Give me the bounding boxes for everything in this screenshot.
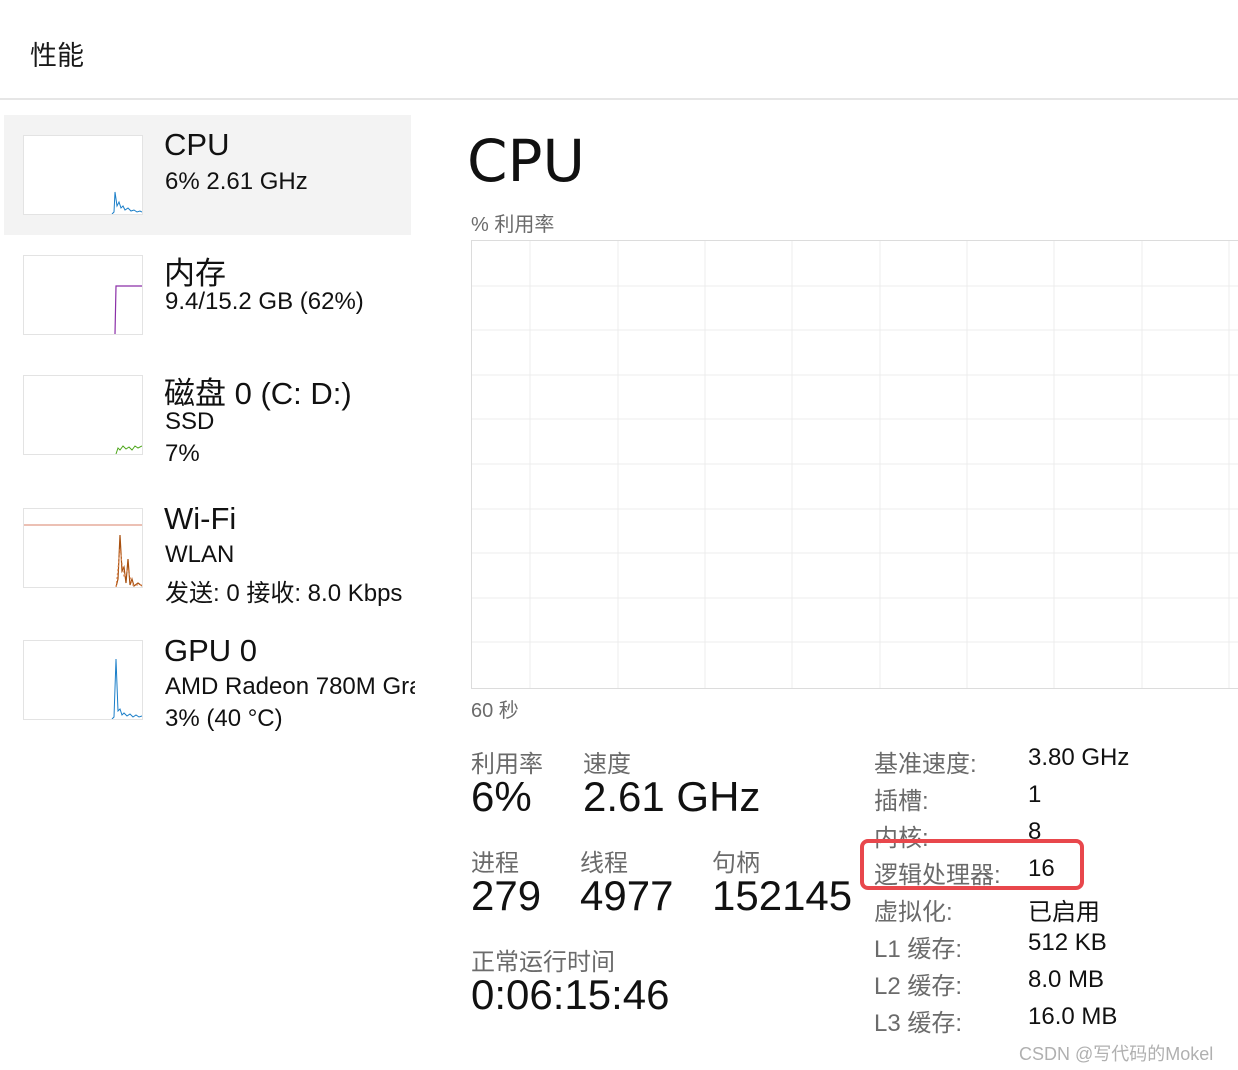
wifi-sparkline [24,524,142,587]
disk-sparkline [115,445,142,454]
sidebar-item-wifi[interactable]: Wi-Fi WLAN 发送: 0 接收: 8.0 Kbps [4,488,411,618]
sidebar-item-title: CPU [164,127,230,162]
sidebar-item-cpu[interactable]: CPU 6% 2.61 GHz [4,115,411,235]
highlight-annotation-box [860,839,1084,890]
memory-sparkline [114,285,142,334]
sidebar-item-detail: 发送: 0 接收: 8.0 Kbps [165,580,403,607]
disk-thumbnail-graph [23,375,143,455]
l3-cache-label: L3 缓存: [874,1010,963,1037]
l1-cache-value: 512 KB [1028,929,1107,956]
processes-value: 279 [471,872,542,919]
sidebar-item-title: Wi-Fi [164,501,237,536]
gpu-sparkline [111,658,142,719]
sidebar-item-subtitle: WLAN [165,541,235,568]
handles-value: 152145 [712,872,853,919]
l2-cache-value: 8.0 MB [1028,966,1105,993]
sidebar-item-subtitle: 6% 2.61 GHz [165,168,308,195]
base-speed-label: 基准速度: [874,751,977,778]
virtualization-value: 已启用 [1028,899,1100,926]
virtualization-label: 虚拟化: [874,899,953,926]
cpu-utilization-graph [471,240,1238,689]
cpu-graph-grid [472,241,1238,688]
cpu-thumbnail-graph [23,135,143,215]
l2-cache-label: L2 缓存: [874,973,963,1000]
graph-label: % 利用率 [471,214,555,236]
l3-cache-value: 16.0 MB [1028,1003,1118,1030]
base-speed-value: 3.80 GHz [1028,744,1130,771]
sidebar-item-subtitle: SSD [165,408,215,435]
gpu-thumbnail-graph [23,640,143,720]
main-title: CPU [467,127,585,195]
cpu-sparkline [111,191,142,214]
sockets-value: 1 [1028,781,1042,808]
sidebar-item-subtitle: AMD Radeon 780M Graphics [165,673,415,700]
sidebar-item-detail: 7% [165,440,200,467]
threads-value: 4977 [580,872,674,919]
sidebar-item-memory[interactable]: 内存 9.4/15.2 GB (62%) [4,235,411,355]
utilization-value: 6% [471,773,532,820]
sidebar-item-detail: 3% (40 °C) [165,705,283,732]
sockets-label: 插槽: [874,788,929,815]
sidebar-item-disk[interactable]: 磁盘 0 (C: D:) SSD 7% [4,355,411,485]
wifi-thumbnail-graph [23,508,143,588]
speed-value: 2.61 GHz [583,773,761,820]
sidebar-item-title: 磁盘 0 (C: D:) [164,376,352,411]
page-title: 性能 [30,41,84,71]
watermark-text: CSDN @写代码的Mokel [1019,1044,1214,1064]
sidebar-item-title: GPU 0 [164,633,258,668]
sidebar-item-gpu[interactable]: GPU 0 AMD Radeon 780M Graphics 3% (40 °C… [4,620,415,750]
memory-thumbnail-graph [23,255,143,335]
l1-cache-label: L1 缓存: [874,936,963,963]
sidebar-item-title: 内存 [164,256,226,291]
uptime-value: 0:06:15:46 [471,971,670,1018]
graph-time-span: 60 秒 [471,700,519,722]
sidebar-item-subtitle: 9.4/15.2 GB (62%) [165,288,364,315]
page-header: 性能 [0,0,1238,100]
